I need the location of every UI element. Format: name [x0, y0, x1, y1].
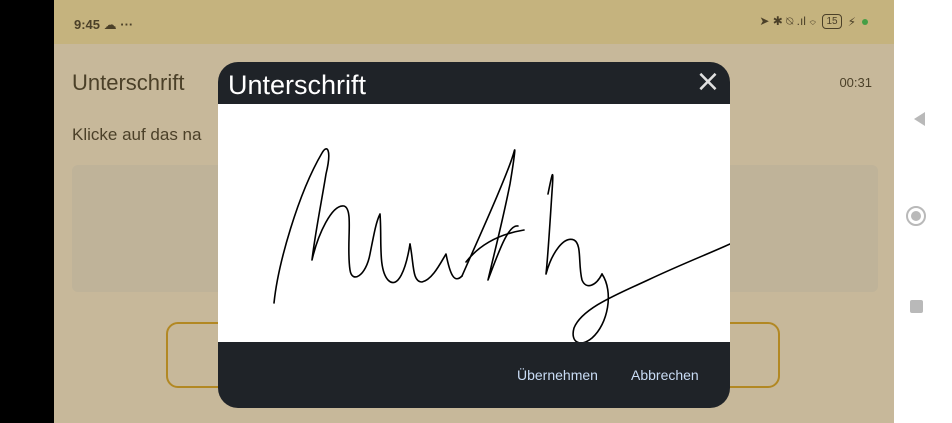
- signature-canvas[interactable]: [218, 104, 730, 342]
- cancel-button[interactable]: Abbrechen: [631, 367, 699, 383]
- signature-stroke-u: [409, 243, 463, 283]
- accept-button[interactable]: Übernehmen: [517, 367, 598, 383]
- signature-stroke-t: [461, 149, 519, 281]
- home-icon[interactable]: [906, 206, 926, 226]
- dialog-title: Unterschrift: [228, 70, 367, 100]
- signature-stroke-m: [273, 148, 411, 304]
- signature-drawing: [273, 148, 730, 342]
- recent-apps-icon[interactable]: [910, 300, 923, 313]
- dialog-actions: Übernehmen Abbrechen: [218, 342, 730, 408]
- signature-stroke-h: [545, 174, 603, 287]
- left-black-strip: [0, 0, 54, 423]
- back-icon[interactable]: [914, 112, 925, 126]
- close-icon[interactable]: ×: [692, 66, 724, 98]
- app-root: 9:45 ☁ ··· ➤ ✱ ⍉ .ıl ⌔ 15 ⚡ Unterschrift…: [0, 0, 952, 423]
- signature-stroke-y: [572, 243, 730, 342]
- signature-dialog: Unterschrift × Übernehmen Abbrechen: [218, 62, 730, 408]
